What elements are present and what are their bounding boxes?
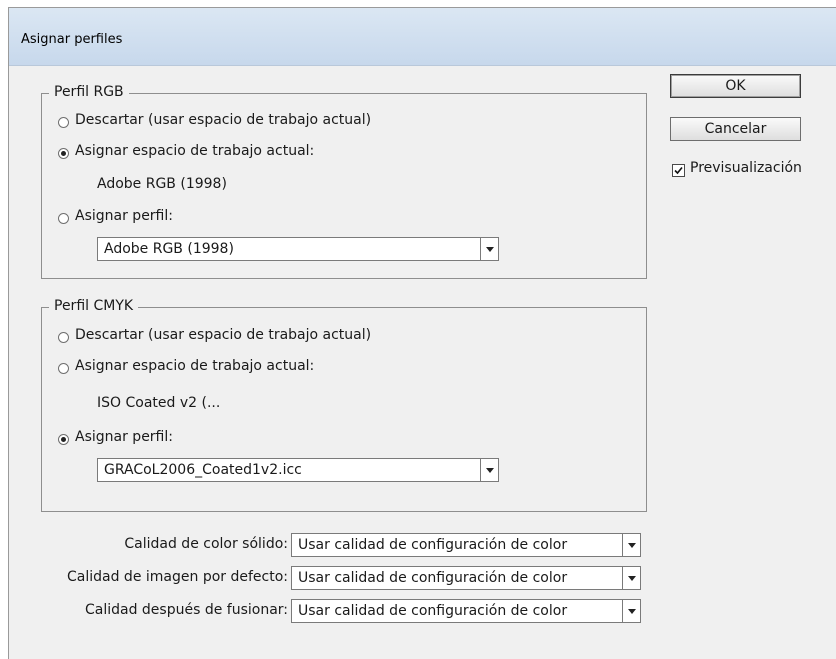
cmyk-working-space-value: ISO Coated v2 (... bbox=[97, 395, 221, 411]
rgb-assign-working-label[interactable]: Asignar espacio de trabajo actual: bbox=[75, 143, 314, 159]
ok-button-label: OK bbox=[725, 78, 746, 94]
cmyk-discard-radio[interactable] bbox=[58, 332, 69, 343]
cmyk-assign-profile-label[interactable]: Asignar perfil: bbox=[75, 429, 173, 445]
rgb-assign-profile-radio[interactable] bbox=[58, 213, 69, 224]
chevron-down-icon[interactable] bbox=[480, 459, 498, 481]
cmyk-profile-select[interactable]: GRACoL2006_Coated1v2.icc bbox=[97, 458, 499, 482]
solid-color-quality-label: Calidad de color sólido: bbox=[124, 536, 288, 552]
ok-button[interactable]: OK bbox=[670, 74, 801, 98]
cancel-button-label: Cancelar bbox=[704, 121, 767, 137]
assign-profiles-dialog: Asignar perfiles Perfil RGB Descartar (u… bbox=[8, 7, 836, 659]
rgb-assign-working-radio[interactable] bbox=[58, 148, 69, 159]
rgb-discard-radio[interactable] bbox=[58, 117, 69, 128]
dialog-title: Asignar perfiles bbox=[21, 32, 123, 47]
default-image-quality-select[interactable]: Usar calidad de configuración de color bbox=[291, 566, 641, 590]
chevron-down-icon[interactable] bbox=[622, 600, 640, 622]
default-image-quality-label: Calidad de imagen por defecto: bbox=[67, 569, 288, 585]
preview-label[interactable]: Previsualización bbox=[690, 160, 802, 176]
rgb-assign-profile-label[interactable]: Asignar perfil: bbox=[75, 208, 173, 224]
title-bar: Asignar perfiles bbox=[9, 8, 836, 66]
cmyk-assign-working-radio[interactable] bbox=[58, 363, 69, 374]
chevron-down-icon[interactable] bbox=[622, 567, 640, 589]
rgb-working-space-value: Adobe RGB (1998) bbox=[97, 176, 227, 192]
cmyk-profile-select-value: GRACoL2006_Coated1v2.icc bbox=[104, 462, 302, 478]
after-merge-quality-value: Usar calidad de configuración de color bbox=[298, 603, 568, 619]
preview-checkbox[interactable] bbox=[672, 164, 685, 177]
after-merge-quality-label: Calidad después de fusionar: bbox=[84, 602, 288, 618]
cmyk-group-legend: Perfil CMYK bbox=[49, 298, 139, 314]
rgb-profile-select[interactable]: Adobe RGB (1998) bbox=[97, 237, 499, 261]
chevron-down-icon[interactable] bbox=[480, 238, 498, 260]
after-merge-quality-select[interactable]: Usar calidad de configuración de color bbox=[291, 599, 641, 623]
default-image-quality-value: Usar calidad de configuración de color bbox=[298, 570, 568, 586]
checkmark-icon bbox=[674, 166, 683, 175]
rgb-profile-select-value: Adobe RGB (1998) bbox=[104, 241, 234, 257]
solid-color-quality-value: Usar calidad de configuración de color bbox=[298, 537, 568, 553]
cancel-button[interactable]: Cancelar bbox=[670, 117, 801, 141]
cmyk-assign-working-label[interactable]: Asignar espacio de trabajo actual: bbox=[75, 358, 314, 374]
chevron-down-icon[interactable] bbox=[622, 534, 640, 556]
solid-color-quality-select[interactable]: Usar calidad de configuración de color bbox=[291, 533, 641, 557]
cmyk-assign-profile-radio[interactable] bbox=[58, 434, 69, 445]
cmyk-discard-label[interactable]: Descartar (usar espacio de trabajo actua… bbox=[75, 327, 371, 343]
rgb-group-legend: Perfil RGB bbox=[49, 84, 129, 100]
rgb-discard-label[interactable]: Descartar (usar espacio de trabajo actua… bbox=[75, 112, 371, 128]
